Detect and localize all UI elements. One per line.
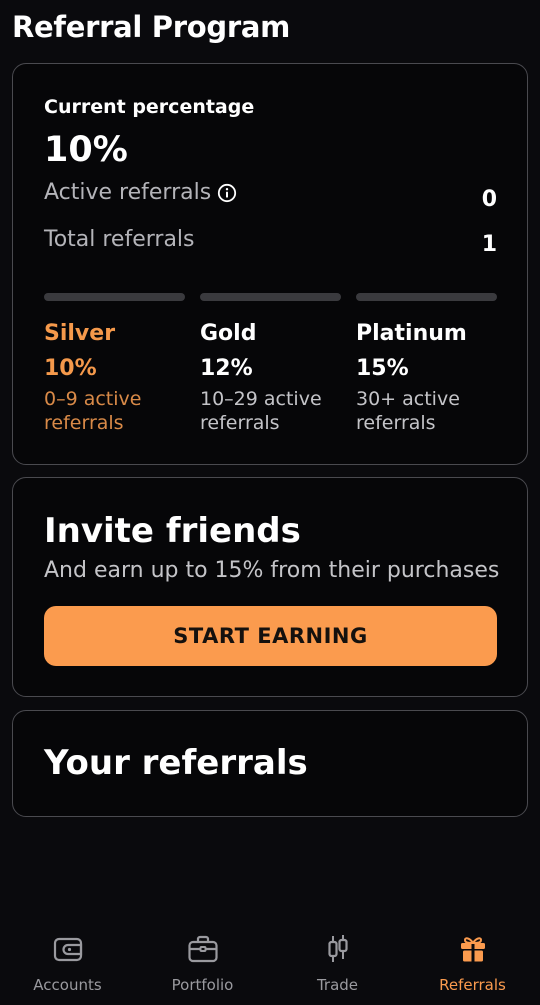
tier-progress-bar <box>356 293 497 301</box>
current-percentage-value: 10% <box>44 130 128 170</box>
start-earning-button[interactable]: START EARNING <box>44 606 497 666</box>
nav-label: Accounts <box>33 976 102 994</box>
gift-icon <box>460 937 485 962</box>
invite-title: Invite friends <box>44 511 301 551</box>
wallet-icon <box>53 937 82 962</box>
tier-silver: Silver 10% 0–9 active referrals <box>44 293 185 435</box>
tier-progress-bar <box>200 293 341 301</box>
tier-description-line1: 30+ active <box>356 388 460 410</box>
tier-description-line2: referrals <box>44 412 124 434</box>
tier-description-line1: 10–29 active <box>200 388 322 410</box>
tier-description: 30+ active referrals <box>356 387 497 435</box>
total-referrals-value: 1 <box>481 232 497 257</box>
current-percentage-label: Current percentage <box>44 96 255 118</box>
tier-percent: 15% <box>356 356 409 381</box>
nav-item-trade[interactable]: Trade <box>270 915 405 1005</box>
tier-gold: Gold 12% 10–29 active referrals <box>200 293 341 435</box>
nav-label: Trade <box>316 976 359 994</box>
tier-percent: 12% <box>200 356 253 381</box>
active-referrals-row: Active referrals <box>44 180 237 205</box>
tier-platinum: Platinum 15% 30+ active referrals <box>356 293 497 435</box>
page-title: Referral Program <box>12 10 291 44</box>
tier-percent: 10% <box>44 356 97 381</box>
nav-label: Referrals <box>439 976 506 994</box>
tier-description: 0–9 active referrals <box>44 387 185 435</box>
tier-description: 10–29 active referrals <box>200 387 341 435</box>
info-icon[interactable] <box>217 183 237 203</box>
tier-description-line2: referrals <box>356 412 436 434</box>
active-referrals-value: 0 <box>481 187 497 212</box>
tier-description-line1: 0–9 active <box>44 388 142 410</box>
tier-name: Silver <box>44 321 116 346</box>
your-referrals-card[interactable]: Your referrals <box>12 710 528 817</box>
invite-card: Invite friends And earn up to 15% from t… <box>12 477 528 697</box>
bottom-nav: Accounts Portfolio Trade Referrals <box>0 915 540 1005</box>
tier-progress-bar <box>44 293 185 301</box>
percentage-card: Current percentage 10% Active referrals … <box>12 63 528 465</box>
tier-description-line2: referrals <box>200 412 280 434</box>
nav-item-portfolio[interactable]: Portfolio <box>135 915 270 1005</box>
briefcase-icon <box>187 935 218 963</box>
nav-item-referrals[interactable]: Referrals <box>405 915 540 1005</box>
total-referrals-label: Total referrals <box>44 227 195 252</box>
tier-list: Silver 10% 0–9 active referrals Gold 12%… <box>44 293 497 435</box>
tier-name: Platinum <box>356 321 467 346</box>
your-referrals-title: Your referrals <box>44 743 308 783</box>
active-referrals-label: Active referrals <box>44 180 212 205</box>
candlestick-icon <box>327 935 348 962</box>
invite-subtitle: And earn up to 15% from their purchases <box>44 558 500 583</box>
tier-name: Gold <box>200 321 257 346</box>
nav-item-accounts[interactable]: Accounts <box>0 915 135 1005</box>
nav-label: Portfolio <box>171 976 234 994</box>
